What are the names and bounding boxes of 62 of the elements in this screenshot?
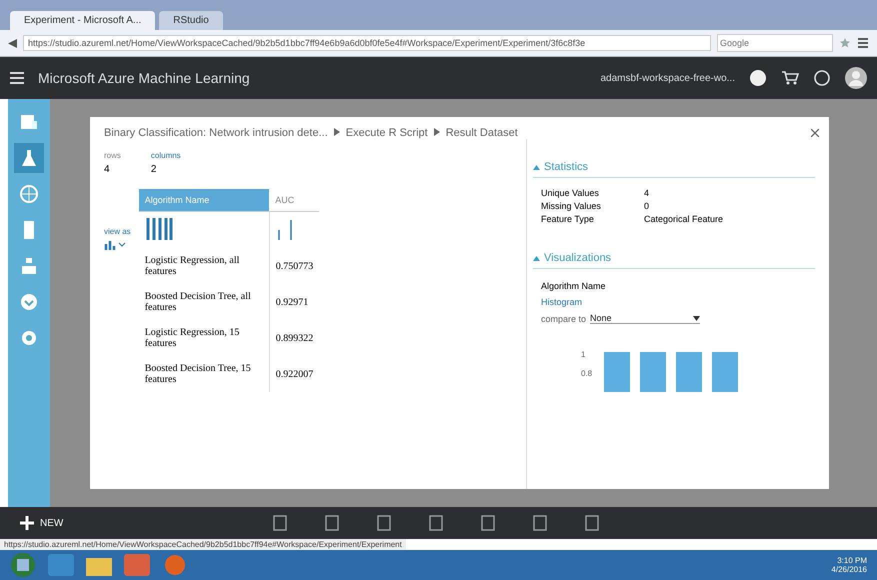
bar-chart-icon[interactable] [104,240,126,250]
compare-label: compare to [541,314,586,324]
stat-label: Missing Values [541,201,602,211]
start-icon[interactable] [10,552,36,578]
breadcrumb-item: Execute R Script [346,127,428,139]
clock-date: 4/26/2016 [831,565,867,574]
toolbar-icon[interactable] [533,515,548,531]
toolbar-icon[interactable] [325,515,340,531]
axis-label: 1 [581,350,586,359]
status-url: https://studio.azureml.net/Home/ViewWorkspaceCached/9b2b5d1bbc7ff94e#Workspace/Experiment/Experiment [0,539,406,550]
summary-label: columns [150,151,181,160]
address-bar[interactable]: https://studio.azureml.net/Home/ViewWorkspaceCached/9b2b5d1bbc7ff94e6b9a6d0bf0fe5e4f#Workspace/Experiment/Experiment/3f6c8f3e [23,35,711,51]
stat-value: 0 [644,201,650,211]
summary-value: 4 [104,164,111,175]
browser-tab[interactable]: Experiment - Microsoft A... [10,11,156,30]
search-field[interactable]: Google [717,34,833,52]
stat-label: Unique Values [541,188,600,198]
caret-icon [533,256,540,261]
table-cell: Logistic Regression, 15 features [138,320,270,356]
view-as-label: view as [104,227,131,236]
table-cell: 0.92971 [269,284,320,320]
flask-icon[interactable] [14,143,44,173]
close-icon[interactable] [811,129,819,137]
caret-icon [693,316,700,320]
table-cell: 0.922007 [269,356,320,392]
plus-icon [20,516,34,530]
stat-value: Categorical Feature [644,214,724,224]
table-cell: Boosted Decision Tree, all features [138,284,270,320]
table-cell: 0.899322 [269,320,320,356]
caret-icon [434,127,440,139]
avatar-icon[interactable] [845,67,867,89]
axis-label: 0.8 [581,369,592,378]
stat-label: Feature Type [541,214,595,224]
breadcrumb-item: Result Dataset [446,127,518,139]
column-header[interactable]: AUC [269,189,320,212]
workspace-selector[interactable]: adamsbf-workspace-free-wo... [600,72,735,84]
breadcrumb-item: Binary Classification: Network intrusion dete... [104,127,328,139]
compare-dropdown[interactable]: None [590,313,700,324]
table-cell: 0.750773 [269,248,320,284]
column-name: Algorithm Name [541,281,607,291]
browser-tab[interactable]: RStudio [159,11,223,30]
toolbar-icon[interactable] [429,515,444,531]
app-title: Microsoft Azure Machine Learning [38,70,250,86]
toolbar-icon[interactable] [273,515,288,531]
caret-icon [334,127,340,139]
menu-icon[interactable] [857,37,869,49]
new-button[interactable]: NEW [20,516,64,530]
summary-label: rows [104,151,121,160]
table-cell: Logistic Regression, all features [138,248,270,284]
cart-icon[interactable] [781,70,799,86]
toolbar-icon[interactable] [481,515,496,531]
back-icon[interactable] [8,38,17,48]
chart-type-label: Histogram [541,297,584,307]
histogram-icon [144,218,173,240]
caret-icon [533,165,540,170]
table-cell: Boosted Decision Tree, 15 features [138,356,270,392]
stat-value: 4 [644,188,650,198]
star-icon[interactable] [839,37,851,49]
toolbar-icon[interactable] [585,515,600,531]
summary-value: 2 [150,164,158,175]
toolbar-icon[interactable] [377,515,392,531]
clock-time: 3:10 PM [837,556,867,565]
